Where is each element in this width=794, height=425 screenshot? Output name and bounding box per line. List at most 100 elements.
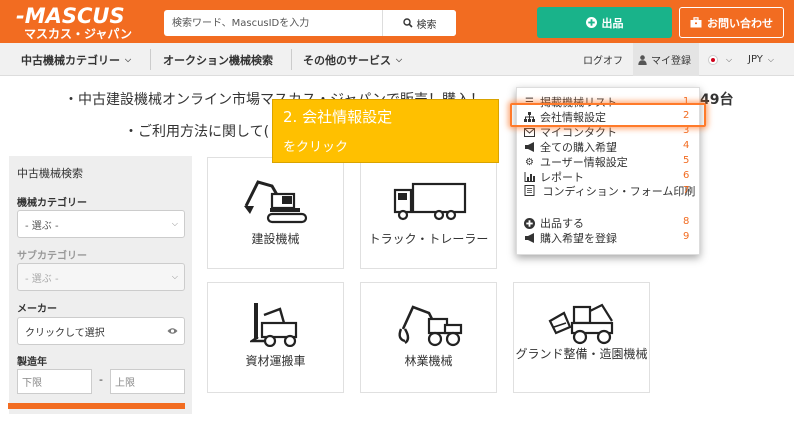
nav-item-label: オークション機械検索 [163, 53, 273, 67]
category-card-forestry[interactable]: 林業機械 [360, 282, 497, 393]
step-number: 7 [683, 185, 690, 196]
category-label: 機械カテゴリー [17, 198, 87, 209]
category-card-construction[interactable]: 建設機械 [207, 157, 344, 269]
category-select-value: - 選ぶ - [25, 220, 59, 232]
chevron-down-icon: ⌵ [767, 54, 774, 64]
subcategory-label: サブカテゴリー [17, 251, 87, 262]
main-nav: 中古機械カテゴリー ⌵ オークション機械検索 その他のサービス ⌵ ログオフ マイ登… [0, 43, 794, 76]
dropdown-item-reports[interactable]: レポート [524, 169, 698, 185]
forklift-icon [250, 303, 298, 347]
year-to-placeholder: 上限 [115, 378, 135, 389]
category-card-material-handling[interactable]: 資材運搬車 [207, 282, 344, 393]
category-label: トラック・トレーラー [368, 232, 489, 246]
subcategory-select[interactable]: - 選ぶ - ⌵ [17, 263, 185, 291]
listing-button[interactable]: 出品 [537, 7, 672, 38]
my-account-menu[interactable]: マイ登録 [633, 43, 699, 76]
category-label: 建設機械 [251, 232, 300, 246]
dropdown-item-label: ユーザー情報設定 [540, 156, 628, 169]
category-card-ground-care[interactable]: グランド整備・造園機械 [513, 282, 650, 393]
search-icon [402, 18, 413, 28]
chevron-down-icon: ⌵ [125, 54, 132, 64]
megaphone-icon [525, 142, 534, 152]
dropdown-item-label: 全ての購入希望 [540, 141, 617, 154]
dropdown-item-register-wanted[interactable]: 購入希望を登録 [524, 230, 698, 246]
japan-flag-icon [708, 54, 718, 65]
maker-placeholder: クリックして選択 [25, 327, 105, 339]
mascus-logo[interactable]: -MASCUS マスカス・ジャパン [10, 4, 140, 41]
chevron-down-icon: ⌵ [726, 54, 733, 64]
megaphone-icon [525, 233, 534, 243]
maker-label: メーカー [17, 304, 57, 315]
logoff-link[interactable]: ログオフ [583, 43, 623, 76]
bar-chart-icon [524, 172, 535, 182]
dropdown-item-condition-form[interactable]: コンディション・フォーム印刷 [524, 184, 696, 199]
machine-search-panel: 中古機械検索 機械カテゴリー - 選ぶ - ⌵ サブカテゴリー - 選ぶ - ⌵… [9, 156, 192, 414]
nav-divider [291, 49, 292, 70]
step-number: 6 [683, 170, 690, 181]
hero-line-2: ・ご利用方法に関して( [124, 124, 270, 140]
dropdown-item-label: コンディション・フォーム印刷 [542, 185, 696, 198]
search-bar: 検索 [164, 10, 456, 36]
category-label: グランド整備・造園機械 [515, 347, 648, 361]
plus-circle-icon [585, 17, 597, 28]
search-input[interactable] [164, 10, 382, 36]
step-number: 5 [683, 155, 690, 166]
category-label: 林業機械 [404, 354, 453, 368]
envelope-icon [524, 127, 535, 137]
nav-item-auction[interactable]: オークション機械検索 [163, 43, 273, 76]
step-number: 4 [683, 140, 690, 151]
highlight-box [510, 103, 706, 127]
dropdown-item-all-wanted[interactable]: 全ての購入希望 [524, 139, 698, 155]
truck-icon [393, 182, 467, 221]
briefcase-icon [690, 17, 702, 28]
category-select[interactable]: - 選ぶ - ⌵ [17, 210, 185, 238]
document-icon [524, 185, 535, 196]
range-separator: - [99, 373, 103, 386]
panel-title: 中古機械検索 [17, 167, 83, 180]
contact-button[interactable]: お問い合わせ [679, 7, 784, 38]
search-button[interactable]: 検索 [382, 10, 456, 36]
eye-icon [167, 328, 178, 334]
logo-subtitle: マスカス・ジャパン [24, 27, 133, 41]
dropdown-item-label: 出品する [540, 217, 584, 230]
language-select[interactable]: ⌵ [708, 43, 732, 76]
user-icon [638, 54, 647, 65]
chevron-down-icon: ⌵ [171, 272, 178, 281]
gear-icon: ⚙ [525, 156, 534, 168]
year-from-input[interactable]: 下限 [17, 369, 92, 394]
year-from-placeholder: 下限 [22, 378, 42, 389]
search-submit-button[interactable] [8, 403, 185, 409]
step-number: 8 [683, 216, 690, 227]
chevron-down-icon: ⌵ [171, 219, 178, 228]
nav-item-label: その他のサービス [303, 53, 391, 67]
year-to-input[interactable]: 上限 [110, 369, 185, 394]
callout-subtitle: をクリック [283, 140, 349, 155]
currency-label: JPY [748, 54, 763, 65]
nav-item-categories[interactable]: 中古機械カテゴリー ⌵ [21, 43, 131, 76]
callout-title: 2. 会社情報設定 [283, 108, 393, 126]
listing-button-label: 出品 [601, 16, 624, 30]
ground-care-icon [548, 303, 614, 345]
chevron-down-icon: ⌵ [396, 54, 403, 64]
dropdown-item-label: レポート [540, 171, 584, 184]
instruction-callout: 2. 会社情報設定 をクリック [272, 99, 499, 163]
maker-select[interactable]: クリックして選択 [17, 317, 185, 345]
year-label: 製造年 [17, 357, 47, 368]
dropdown-item-create-listing[interactable]: 出品する [524, 215, 698, 231]
top-header: -MASCUS マスカス・ジャパン 検索 出品 お問い合わせ [0, 0, 794, 43]
category-label: 資材運搬車 [245, 354, 306, 368]
forestry-machine-icon [398, 305, 463, 347]
subcategory-select-value: - 選ぶ - [25, 273, 59, 285]
nav-item-label: 中古機械カテゴリー [21, 53, 120, 67]
contact-button-label: お問い合わせ [707, 16, 773, 30]
plus-circle-icon [524, 217, 535, 229]
excavator-icon [244, 180, 308, 224]
logoff-label: ログオフ [583, 56, 623, 67]
nav-divider [150, 49, 151, 70]
nav-item-services[interactable]: その他のサービス ⌵ [303, 43, 402, 76]
currency-select[interactable]: JPY ⌵ [748, 43, 774, 76]
search-button-label: 検索 [416, 19, 437, 31]
category-card-truck[interactable]: トラック・トレーラー [360, 157, 497, 269]
dropdown-item-user-settings[interactable]: ⚙ ユーザー情報設定 [524, 154, 698, 170]
step-number: 9 [683, 231, 690, 242]
